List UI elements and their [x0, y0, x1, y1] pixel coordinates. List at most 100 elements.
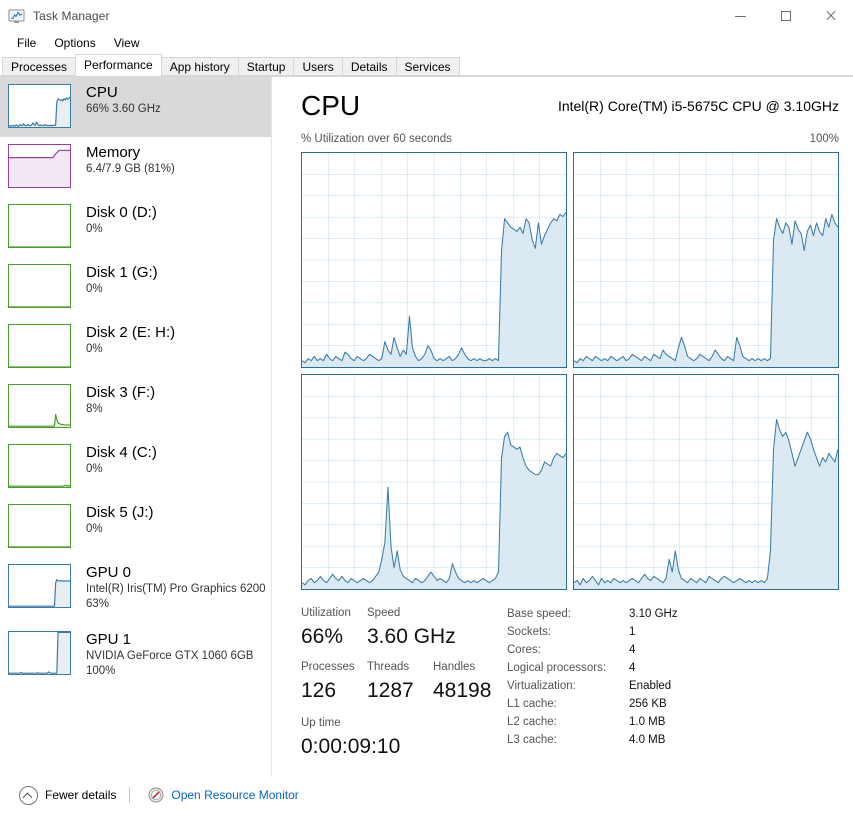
task-manager-icon — [8, 9, 25, 24]
sidebar-item-subtitle: 0% — [86, 343, 103, 355]
stat-handles-label: Handles — [433, 661, 476, 673]
cpu-property-value: 4 — [629, 644, 636, 656]
tab-processes[interactable]: Processes — [2, 57, 77, 76]
sidebar-item-title: Disk 2 (E: H:) — [86, 324, 176, 341]
graph-caption-row: % Utilization over 60 seconds 100% — [301, 133, 839, 149]
stat-threads: Threads 1287 — [367, 659, 433, 706]
cpu-detail-panel: CPU Intel(R) Core(TM) i5-5675C CPU @ 3.1… — [272, 77, 853, 777]
stat-processes-label: Processes — [301, 661, 355, 673]
stat-threads-value: 1287 — [367, 679, 414, 702]
stat-utilization-label: Utilization — [301, 607, 351, 619]
sidebar-item-subtitle: 66% 3.60 GHz — [86, 103, 161, 115]
cpu-properties-list: Base speed: 3.10 GHz Sockets: 1 Cores: 4 Logic… — [507, 605, 757, 749]
stat-speed-value: 3.60 GHz — [367, 625, 456, 648]
cpu-statistics: Utilization 66% Speed 3.60 GHz Processes… — [301, 605, 839, 758]
sidebar-item-subtitle: 8% — [86, 403, 103, 415]
sidebar-item-subtitle: 0% — [86, 223, 103, 235]
minimize-icon — [735, 15, 746, 17]
cpu-property-value: Enabled — [629, 680, 672, 692]
stat-uptime: Up time 0:00:09:10 — [301, 715, 400, 762]
minimize-button[interactable] — [718, 0, 763, 32]
footer-divider — [129, 787, 131, 803]
cpu-property-key: Sockets: — [507, 626, 552, 638]
sidebar-item-subtitle: 0% — [86, 463, 103, 475]
cpu-property-value: 256 KB — [629, 698, 667, 710]
sidebar-item-memory[interactable]: Memory 6.4/7.9 GB (81%) — [0, 137, 271, 197]
sidebar-item-title: Disk 5 (J:) — [86, 504, 154, 521]
sidebar-item-disk-1-g[interactable]: Disk 1 (G:) 0% — [0, 257, 271, 317]
page-title: CPU — [301, 90, 361, 121]
cpu-property-value: 1.0 MB — [629, 716, 666, 728]
sidebar-item-title: GPU 0 — [86, 564, 132, 581]
stat-utilization-value: 66% — [301, 625, 344, 648]
stat-threads-label: Threads — [367, 661, 410, 673]
cpu-model-label: Intel(R) Core(TM) i5-5675C CPU @ 3.10GHz — [557, 98, 839, 114]
sidebar-item-disk-4-c[interactable]: Disk 4 (C:) 0% — [0, 437, 271, 497]
cpu-property-key: Logical processors: — [507, 662, 607, 674]
menu-options[interactable]: Options — [45, 34, 104, 52]
sidebar-item-gpu-0[interactable]: GPU 0 Intel(R) Iris(TM) Pro Graphics 6200… — [0, 557, 271, 624]
menu-view[interactable]: View — [105, 34, 149, 52]
fewer-details-button[interactable]: Fewer details — [12, 785, 116, 805]
sidebar-item-disk-3-f[interactable]: Disk 3 (F:) 8% — [0, 377, 271, 437]
cpu-property-row: Sockets: 1 — [507, 623, 757, 641]
sidebar-thumbnail-graph — [8, 384, 71, 428]
cpu-property-key: L1 cache: — [507, 698, 557, 710]
tab-users[interactable]: Users — [293, 57, 343, 76]
sidebar-item-subtitle: NVIDIA GeForce GTX 1060 6GB — [86, 650, 254, 662]
stat-handles-value: 48198 — [433, 679, 492, 702]
tab-app-history[interactable]: App history — [160, 57, 239, 76]
cpu-property-row: Logical processors: 4 — [507, 659, 757, 677]
stat-speed: Speed 3.60 GHz — [367, 605, 456, 652]
cpu-property-value: 3.10 GHz — [629, 608, 678, 620]
cpu-property-value: 4.0 MB — [629, 734, 666, 746]
sidebar-item-title: Memory — [86, 144, 141, 161]
stat-speed-label: Speed — [367, 607, 401, 619]
sidebar-thumbnail-graph — [8, 631, 71, 675]
sidebar-item-disk-5-j[interactable]: Disk 5 (J:) 0% — [0, 497, 271, 557]
sidebar-item-title: Disk 4 (C:) — [86, 444, 157, 461]
cpu-property-row: L3 cache: 4.0 MB — [507, 731, 757, 749]
sidebar-item-subtitle: 0% — [86, 523, 103, 535]
tab-startup[interactable]: Startup — [237, 57, 295, 76]
sidebar-item-usage: 63% — [86, 598, 110, 610]
sidebar-item-title: Disk 1 (G:) — [86, 264, 158, 281]
open-resource-monitor-label: Open Resource Monitor — [171, 788, 299, 802]
sidebar-item-usage: 100% — [86, 665, 116, 677]
sidebar-item-disk-2-e-h[interactable]: Disk 2 (E: H:) 0% — [0, 317, 271, 377]
sidebar-thumbnail-graph — [8, 264, 71, 308]
sidebar-thumbnail-graph — [8, 204, 71, 248]
tab-performance[interactable]: Performance — [75, 54, 162, 76]
sidebar-item-disk-0-d[interactable]: Disk 0 (D:) 0% — [0, 197, 271, 257]
stat-uptime-label: Up time — [301, 717, 341, 729]
tab-details[interactable]: Details — [341, 57, 397, 76]
chevron-up-icon — [19, 785, 38, 805]
close-button[interactable] — [808, 0, 853, 32]
cpu-property-row: Base speed: 3.10 GHz — [507, 605, 757, 623]
cpu-property-key: L2 cache: — [507, 716, 557, 728]
panel-header: CPU Intel(R) Core(TM) i5-5675C CPU @ 3.1… — [301, 89, 839, 133]
sidebar-thumbnail-graph — [8, 504, 71, 548]
cpu-property-key: Virtualization: — [507, 680, 576, 692]
menu-file[interactable]: File — [8, 34, 45, 52]
logical-processor-graph-2 — [301, 374, 567, 590]
sidebar-thumbnail-graph — [8, 324, 71, 368]
logical-processor-graphs — [301, 152, 839, 590]
logical-processor-graph-3 — [573, 374, 839, 590]
sidebar-item-gpu-1[interactable]: GPU 1 NVIDIA GeForce GTX 1060 6GB 100% — [0, 624, 271, 691]
close-icon — [825, 10, 837, 22]
cpu-property-key: Base speed: — [507, 608, 571, 620]
stat-utilization: Utilization 66% — [301, 605, 367, 652]
stat-processes-value: 126 — [301, 679, 337, 702]
open-resource-monitor-link[interactable]: Open Resource Monitor — [141, 787, 299, 803]
maximize-button[interactable] — [763, 0, 808, 32]
graph-max-label: 100% — [809, 133, 839, 145]
tab-strip: Processes Performance App history Startu… — [0, 53, 853, 77]
cpu-property-key: L3 cache: — [507, 734, 557, 746]
tab-services[interactable]: Services — [395, 57, 460, 76]
window-controls — [718, 0, 853, 32]
sidebar-item-cpu[interactable]: CPU 66% 3.60 GHz — [0, 77, 271, 137]
window-title: Task Manager — [33, 9, 110, 23]
cpu-property-row: Cores: 4 — [507, 641, 757, 659]
cpu-property-row: L2 cache: 1.0 MB — [507, 713, 757, 731]
